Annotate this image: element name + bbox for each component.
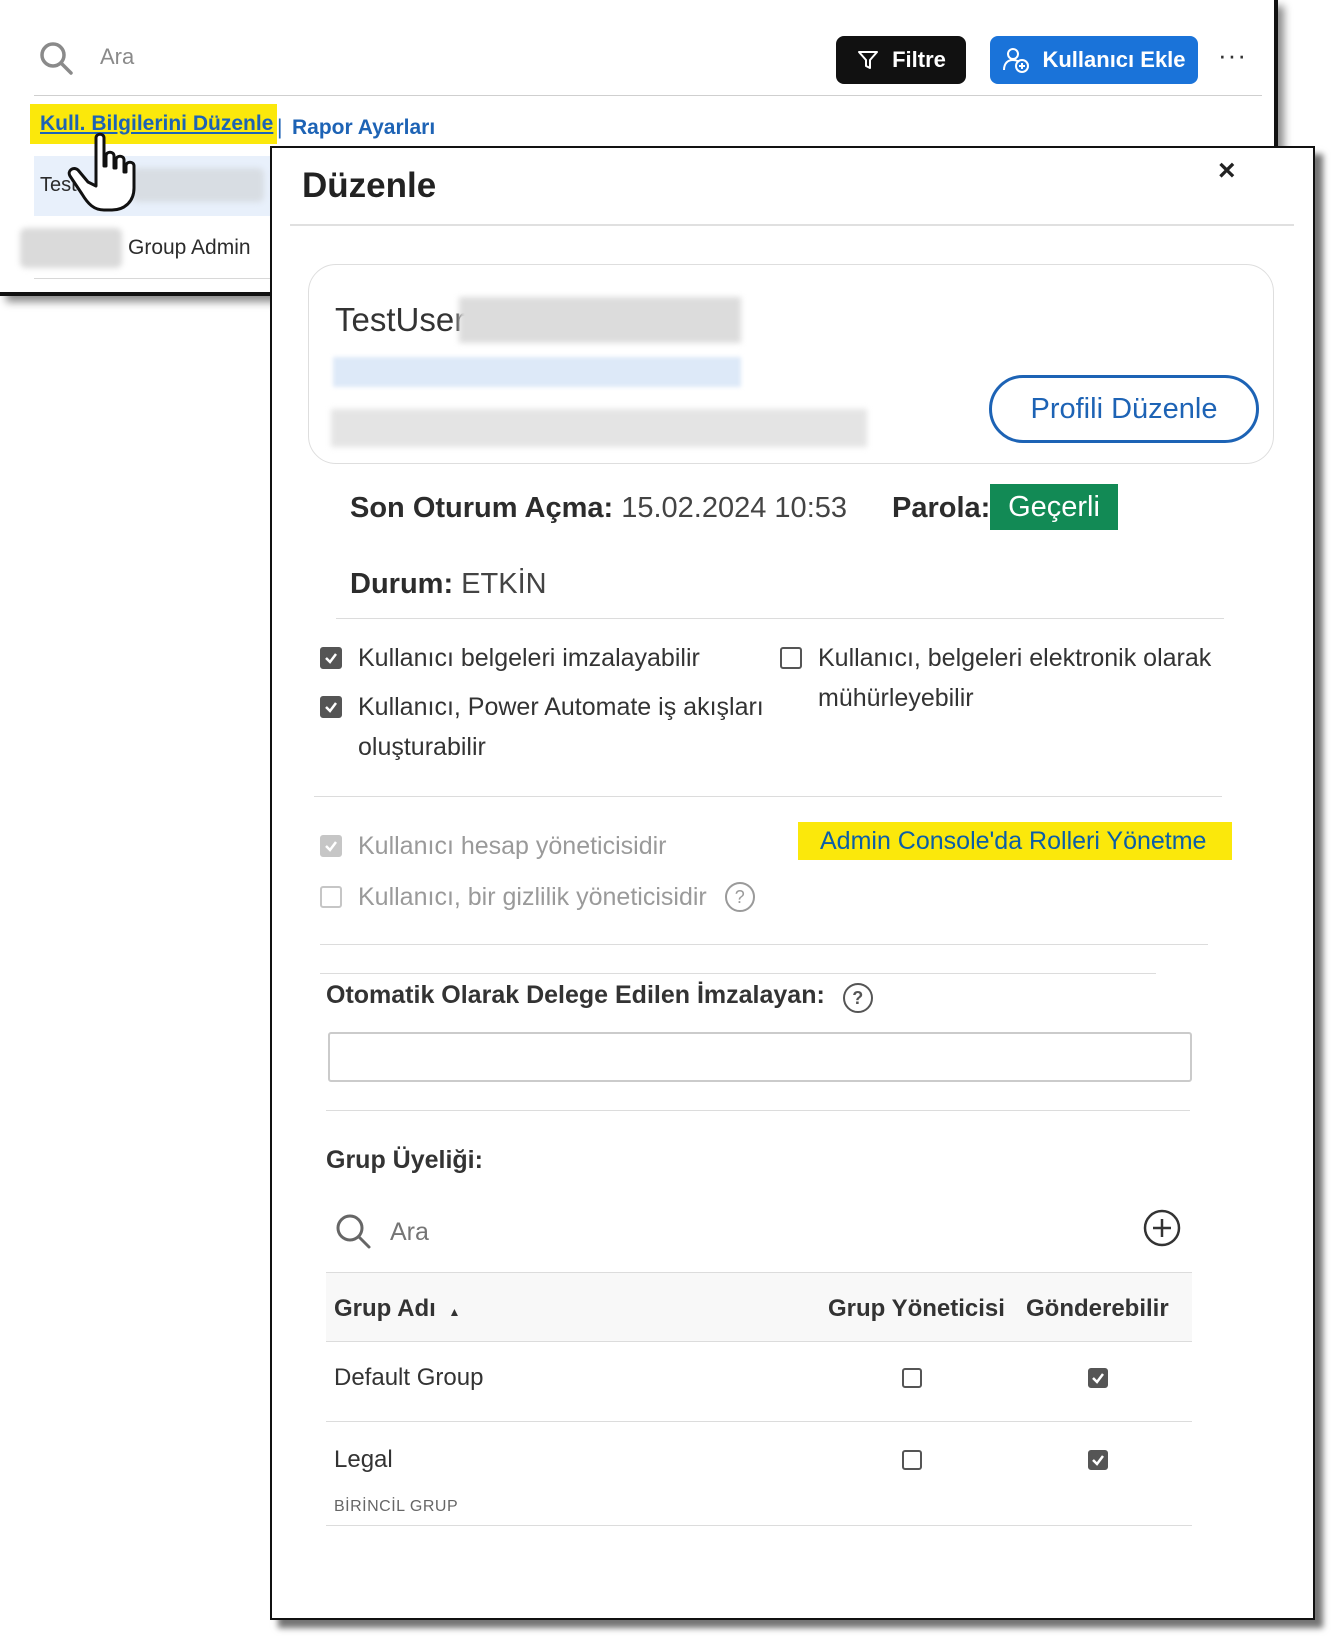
column-can-send: Gönderebilir <box>1026 1295 1169 1322</box>
column-group-name-label: Grup Adı <box>334 1295 436 1322</box>
search-icon <box>40 42 73 75</box>
hand-cursor-icon <box>67 132 136 212</box>
checkmark-icon <box>1092 1373 1104 1384</box>
primary-group-badge: BİRİNCİL GRUP <box>334 1498 459 1515</box>
search-icon <box>336 1214 371 1249</box>
title-divider <box>290 224 1294 226</box>
group-admin-checkbox[interactable] <box>902 1368 922 1388</box>
status-value: ETKİN <box>461 568 547 600</box>
profile-card: TestUser Profili Düzenle <box>308 264 1274 464</box>
last-login: Son Oturum Açma: 15.02.2024 10:53 <box>350 492 847 525</box>
redacted-text <box>331 409 867 447</box>
permission-seal[interactable]: Kullanıcı, belgeleri elektronik olarak m… <box>780 638 1230 718</box>
can-send-checkbox[interactable] <box>1088 1450 1108 1470</box>
status-label: Durum: <box>350 568 454 600</box>
dialog-title: Düzenle <box>302 166 437 205</box>
close-icon[interactable]: × <box>1218 154 1236 188</box>
profile-name: TestUser <box>335 301 466 338</box>
permission-sign[interactable]: Kullanıcı belgeleri imzalayabilir <box>320 638 760 678</box>
checkbox-power-automate[interactable] <box>320 696 342 718</box>
role-privacy-admin: Kullanıcı, bir gizlilik yöneticisidir ? <box>320 877 800 917</box>
user-row-role: Group Admin <box>128 236 251 259</box>
add-user-icon <box>1003 48 1030 73</box>
group-name: Default Group <box>334 1364 484 1391</box>
section-divider <box>320 973 1156 974</box>
report-settings-link[interactable]: Rapor Ayarları <box>292 116 435 140</box>
section-divider <box>320 944 1208 945</box>
add-user-button[interactable]: Kullanıcı Ekle <box>990 36 1198 84</box>
header-divider <box>34 95 1262 96</box>
can-send-checkbox[interactable] <box>1088 1368 1108 1388</box>
redacted-text <box>459 297 741 343</box>
checkbox-account-admin <box>320 835 342 857</box>
last-login-label: Son Oturum Açma: <box>350 492 614 524</box>
role-privacy-admin-label: Kullanıcı, bir gizlilik yöneticisidir <box>358 883 707 911</box>
edit-user-dialog: Düzenle × TestUser Profili Düzenle Son O… <box>270 146 1315 1620</box>
group-name: Legal <box>334 1446 393 1473</box>
group-table: Grup Adı ▲ Grup Yöneticisi Gönderebilir … <box>326 1272 1192 1526</box>
filter-icon <box>858 51 879 69</box>
filter-button[interactable]: Filtre <box>836 36 966 84</box>
permission-sign-label: Kullanıcı belgeleri imzalayabilir <box>358 644 700 672</box>
section-divider <box>326 1110 1190 1111</box>
checkmark-icon <box>1092 1455 1104 1466</box>
redacted-email <box>333 357 741 387</box>
group-admin-checkbox[interactable] <box>902 1450 922 1470</box>
delegate-signer-input[interactable] <box>328 1032 1192 1082</box>
more-icon[interactable]: ··· <box>1218 40 1247 71</box>
redacted-text <box>132 168 264 202</box>
checkbox-privacy-admin <box>320 886 342 908</box>
table-row: Legal BİRİNCİL GRUP <box>326 1422 1192 1526</box>
role-account-admin: Kullanıcı hesap yöneticisidir <box>320 826 760 866</box>
role-account-admin-label: Kullanıcı hesap yöneticisidir <box>358 832 667 860</box>
group-search-input[interactable] <box>388 1214 988 1250</box>
column-group-name[interactable]: Grup Adı ▲ <box>334 1295 460 1323</box>
table-row: Default Group <box>326 1342 1192 1422</box>
section-divider <box>336 618 1224 619</box>
group-membership-label: Grup Üyeliği: <box>326 1146 483 1174</box>
manage-roles-link[interactable]: Admin Console'da Rolleri Yönetme <box>798 822 1232 860</box>
permission-power-automate[interactable]: Kullanıcı, Power Automate iş akışları ol… <box>320 687 780 767</box>
permission-power-automate-label: Kullanıcı, Power Automate iş akışları ol… <box>358 693 764 761</box>
password-status-badge: Geçerli <box>990 484 1118 530</box>
row-divider <box>34 278 274 279</box>
checkbox-seal[interactable] <box>780 647 802 669</box>
search-input[interactable]: Ara <box>100 44 134 70</box>
sort-ascending-icon: ▲ <box>448 1305 461 1319</box>
delegate-signer-label: Otomatik Olarak Delege Edilen İmzalayan:… <box>326 978 873 1013</box>
account-status: Durum: ETKİN <box>350 568 547 601</box>
edit-profile-button[interactable]: Profili Düzenle <box>989 375 1259 443</box>
help-icon[interactable]: ? <box>724 882 755 912</box>
redacted-text <box>20 228 122 268</box>
checkmark-icon <box>325 653 337 664</box>
checkmark-icon <box>325 841 337 852</box>
link-separator: | <box>277 116 283 139</box>
last-login-value: 15.02.2024 10:53 <box>621 492 848 524</box>
checkbox-sign[interactable] <box>320 647 342 669</box>
password-label: Parola: <box>892 492 991 524</box>
group-table-header: Grup Adı ▲ Grup Yöneticisi Gönderebilir <box>326 1272 1192 1342</box>
checkmark-icon <box>325 702 337 713</box>
help-icon[interactable]: ? <box>842 983 873 1013</box>
delegate-signer-label-text: Otomatik Olarak Delege Edilen İmzalayan: <box>326 981 825 1009</box>
permission-seal-label: Kullanıcı, belgeleri elektronik olarak m… <box>818 644 1212 712</box>
filter-button-label: Filtre <box>892 47 946 72</box>
column-group-admin: Grup Yöneticisi <box>828 1295 1005 1322</box>
plus-circle-icon[interactable] <box>1142 1208 1182 1248</box>
add-user-button-label: Kullanıcı Ekle <box>1042 47 1186 72</box>
section-divider <box>314 796 1222 797</box>
